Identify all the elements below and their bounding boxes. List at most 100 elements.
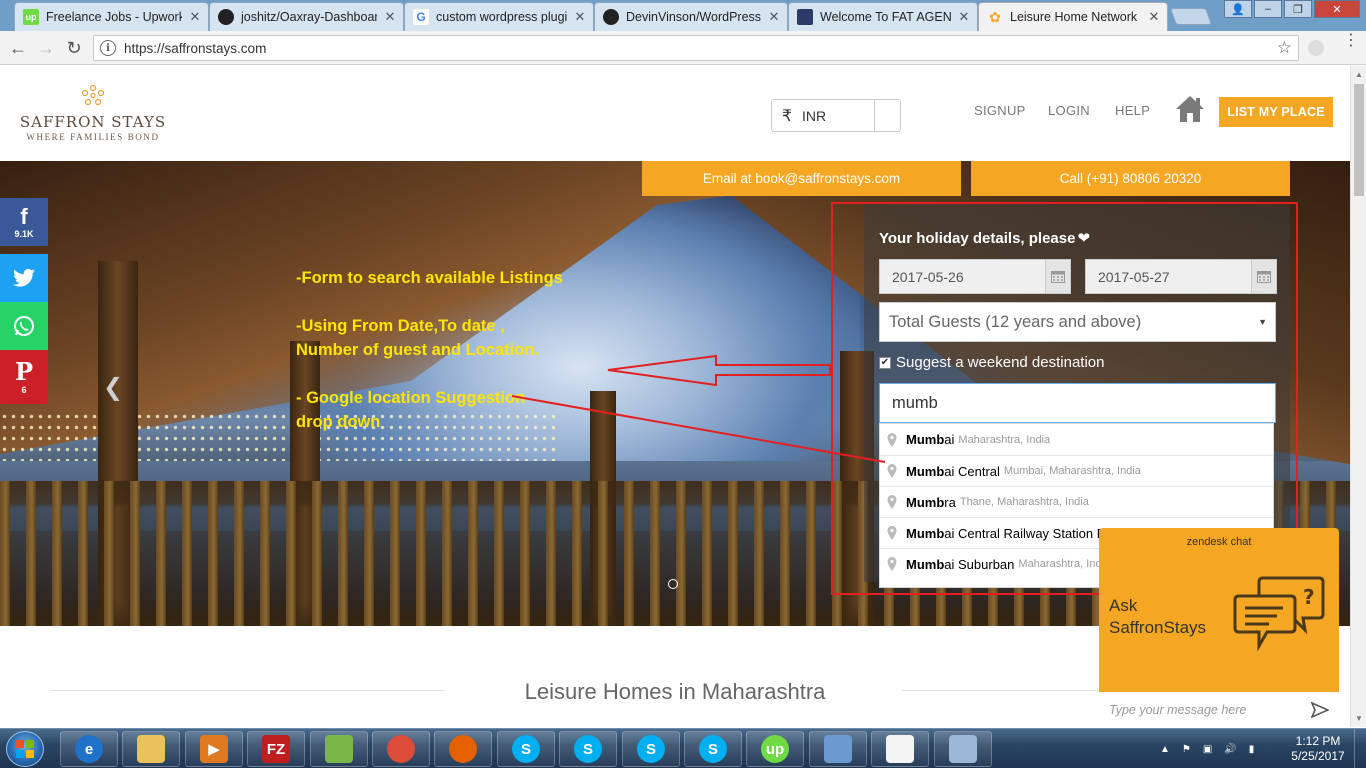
send-icon[interactable] (1311, 701, 1329, 719)
annotation-dropdown: drop down (296, 413, 381, 431)
info-icon[interactable]: i (100, 40, 116, 56)
tab-title: DevinVinson/WordPress- (626, 10, 761, 24)
tab-fat-agent[interactable]: Welcome To FAT AGENT ✕ (788, 2, 978, 31)
taskbar-blank-doc[interactable] (871, 731, 929, 767)
tray-expand-icon[interactable]: ▲ (1160, 744, 1170, 755)
taskbar-skype-2[interactable]: S (559, 731, 617, 767)
scroll-up-icon[interactable]: ▲ (1355, 70, 1363, 79)
forward-button[interactable]: → (35, 37, 57, 59)
suggestion-item[interactable]: Mumb ai Central Mumbai, Maharashtra, India (880, 455, 1273, 486)
user-icon[interactable]: 👤 (1224, 0, 1252, 18)
tab-github-devinvinson[interactable]: DevinVinson/WordPress- ✕ (594, 2, 788, 31)
tab-title: Welcome To FAT AGENT (820, 10, 951, 24)
pinterest-share-button[interactable]: P 6 (0, 350, 48, 404)
tab-title: Leisure Home Network | (1010, 10, 1141, 24)
clock[interactable]: 1:12 PM 5/25/2017 (1290, 734, 1346, 764)
currency-select[interactable]: ₹ INR (771, 99, 901, 132)
taskbar-virtualbox[interactable] (809, 731, 867, 767)
list-my-place-button[interactable]: LIST MY PLACE (1219, 97, 1333, 127)
new-tab-button[interactable] (1169, 8, 1213, 25)
taskbar-internet-explorer[interactable]: e (60, 731, 118, 767)
svg-text:?: ? (1303, 585, 1315, 609)
calendar-icon[interactable] (1251, 260, 1276, 293)
start-button[interactable] (6, 731, 44, 767)
maximize-button[interactable]: ❐ (1284, 0, 1312, 18)
logo-tagline: WHERE FAMILIES BOND (26, 132, 160, 142)
taskbar-chrome[interactable] (372, 731, 430, 767)
back-button[interactable]: ← (7, 37, 29, 59)
site-logo[interactable]: SAFFRON STAYS WHERE FAMILIES BOND (18, 84, 168, 142)
annotation-fields: -Using From Date,To date , (296, 317, 505, 335)
taskbar-skype-1[interactable]: S (497, 731, 555, 767)
browser-menu-icon[interactable]: ⋮ (1343, 33, 1359, 49)
tab-close-icon[interactable]: ✕ (573, 9, 587, 25)
taskbar-file-explorer[interactable] (122, 731, 180, 767)
tab-github-oaxray[interactable]: joshitz/Oaxray-Dashboar ✕ (209, 2, 404, 31)
nav-help[interactable]: HELP (1115, 103, 1150, 118)
home-icon[interactable] (1174, 94, 1206, 124)
suggestion-match: Mumb (906, 556, 945, 572)
calendar-icon[interactable] (1045, 260, 1070, 293)
suggestion-secondary: Maharashtra, Ind (1018, 558, 1102, 570)
saffron-flower-icon (81, 84, 105, 106)
facebook-share-button[interactable]: f 9.1K (0, 198, 48, 246)
windows-taskbar: e ▶ FZ S S S Sup ▲ ⚑ ▣ 🔊 ▮ 1:12 PM 5/25/2017 (0, 728, 1366, 768)
tab-google-search[interactable]: G custom wordpress plugin ✕ (404, 2, 594, 31)
annotation-form-purpose: -Form to search available Listings (296, 269, 563, 287)
weekend-checkbox[interactable]: ✔ (879, 356, 891, 369)
app-tray-icon[interactable]: ▣ (1203, 744, 1212, 755)
annotation-fields-cont: Number of guest and Location. (296, 341, 539, 359)
nav-login[interactable]: LOGIN (1048, 103, 1090, 118)
slider-prev-icon[interactable]: ❮ (103, 373, 123, 402)
zendesk-chat-widget[interactable]: zendesk chat Ask SaffronStays ? Type you… (1099, 528, 1339, 728)
bookmark-star-icon[interactable]: ☆ (1277, 38, 1292, 58)
whatsapp-share-button[interactable] (0, 302, 48, 350)
from-date-value: 2017-05-26 (892, 268, 964, 285)
taskbar-firefox[interactable] (434, 731, 492, 767)
tab-close-icon[interactable]: ✕ (957, 9, 971, 25)
nav-signup[interactable]: SIGNUP (974, 103, 1026, 118)
minimize-button[interactable]: – (1254, 0, 1282, 18)
call-button[interactable]: Call (+91) 80806 20320 (971, 161, 1290, 196)
extension-icon[interactable] (1308, 40, 1324, 56)
slider-dot[interactable] (668, 579, 678, 589)
taskbar-notepad-plus[interactable] (310, 731, 368, 767)
taskbar-upwork[interactable]: up (746, 731, 804, 767)
weekend-checkbox-row[interactable]: ✔ Suggest a weekend destination (879, 354, 1104, 371)
taskbar-skype-4[interactable]: S (684, 731, 742, 767)
tab-close-icon[interactable]: ✕ (1147, 9, 1161, 25)
tab-close-icon[interactable]: ✕ (383, 9, 397, 25)
email-button[interactable]: Email at book@saffronstays.com (642, 161, 961, 196)
scrollbar-thumb[interactable] (1354, 84, 1364, 196)
twitter-share-button[interactable] (0, 254, 48, 302)
zendesk-message-input[interactable]: Type your message here (1099, 692, 1339, 728)
reload-button[interactable]: ↻ (63, 37, 85, 59)
close-window-button[interactable]: ✕ (1314, 0, 1360, 18)
from-date-input[interactable]: 2017-05-26 (879, 259, 1071, 294)
google-icon: G (413, 9, 429, 25)
map-pin-icon (887, 495, 897, 509)
tab-close-icon[interactable]: ✕ (767, 9, 781, 25)
taskbar-paint[interactable] (934, 731, 992, 767)
tab-saffronstays[interactable]: ✿ Leisure Home Network | ✕ (978, 2, 1168, 31)
taskbar-media-player[interactable]: ▶ (185, 731, 243, 767)
taskbar-filezilla[interactable]: FZ (247, 731, 305, 767)
guests-select[interactable]: Total Guests (12 years and above) ▼ (879, 302, 1276, 342)
show-desktop-button[interactable] (1354, 729, 1366, 768)
weekend-label: Suggest a weekend destination (896, 354, 1105, 371)
volume-icon[interactable]: 🔊 (1224, 744, 1236, 755)
page-scrollbar[interactable]: ▲ ▼ (1350, 66, 1366, 727)
suggestion-item[interactable]: Mumb ai Maharashtra, India (880, 424, 1273, 455)
address-bar[interactable]: i https://saffronstays.com ☆ (93, 35, 1299, 61)
to-date-input[interactable]: 2017-05-27 (1085, 259, 1277, 294)
network-icon[interactable]: ▮ (1249, 744, 1255, 755)
action-center-icon[interactable]: ⚑ (1182, 744, 1191, 755)
suggestion-item[interactable]: Mumb ra Thane, Maharashtra, India (880, 486, 1273, 517)
tab-upwork[interactable]: up Freelance Jobs - Upwork ✕ (14, 2, 209, 31)
scroll-down-icon[interactable]: ▼ (1355, 714, 1363, 723)
location-input[interactable]: mumb (879, 383, 1276, 423)
tab-close-icon[interactable]: ✕ (188, 9, 202, 25)
currency-dropdown-toggle[interactable] (874, 100, 900, 131)
taskbar-skype-3[interactable]: S (622, 731, 680, 767)
twitter-icon (13, 268, 35, 287)
